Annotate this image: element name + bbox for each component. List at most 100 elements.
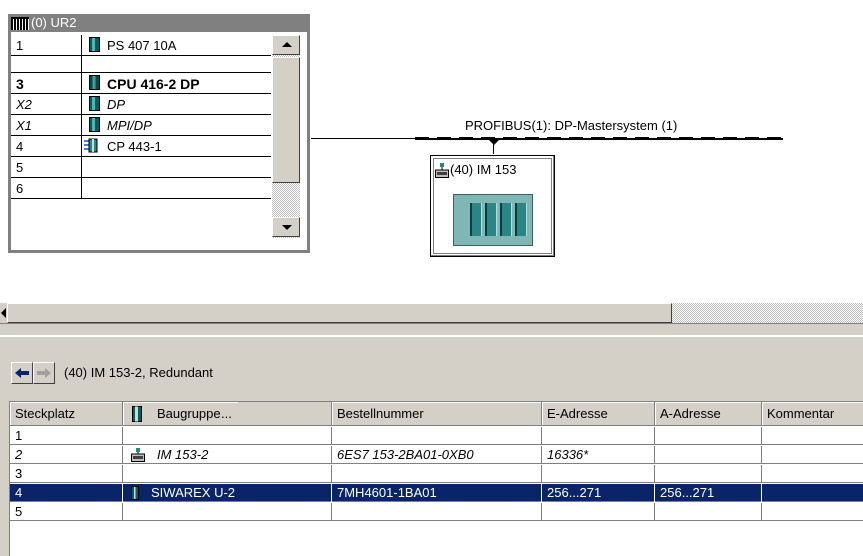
module-icon — [89, 96, 100, 111]
column-header-label: A-Adresse — [660, 406, 721, 421]
detail-title: (40) IM 153-2, Redundant — [64, 365, 213, 380]
rack-vertical-scrollbar[interactable] — [272, 35, 300, 238]
comment-cell — [762, 427, 863, 445]
column-header-comment[interactable]: Kommentar — [762, 402, 863, 426]
order-number-cell-text: 6ES7 153-2BA01-0XB0 — [337, 447, 474, 462]
rack-column-divider — [81, 178, 82, 199]
back-button[interactable] — [11, 362, 33, 384]
column-header-label: Kommentar — [767, 406, 835, 421]
rack-slot-row[interactable]: 6 — [11, 178, 271, 199]
output-address-cell: 256...271 — [655, 484, 762, 502]
column-header-label: Bestellnummer — [337, 406, 424, 421]
table-row[interactable]: 5 — [10, 503, 863, 521]
rack-titlebar[interactable]: (0) UR2 — [8, 14, 310, 32]
rack-slot-row[interactable]: X1 MPI/DP — [11, 115, 271, 136]
column-header-input-address[interactable]: E-Adresse — [542, 402, 655, 426]
scroll-left-button[interactable] — [0, 303, 7, 323]
horizontal-scrollbar[interactable] — [0, 302, 863, 323]
profibus-label: PROFIBUS(1): DP-Mastersystem (1) — [465, 118, 678, 133]
rack-to-bus-connector — [311, 138, 415, 139]
column-header-more[interactable]: ... — [221, 402, 332, 426]
order-number-cell-text: 7MH4601-1BA01 — [337, 485, 437, 500]
rack-slot-number: 6 — [16, 181, 24, 196]
slot-cell: 3 — [10, 465, 123, 483]
module-table: Steckplatz Baugruppe... Bestellnummer E-Adr… — [9, 401, 863, 556]
slot-cell-text: 3 — [15, 466, 23, 481]
module-icon — [89, 117, 100, 132]
order-number-cell — [332, 465, 542, 483]
rack-slot-number: 3 — [16, 76, 24, 92]
output-address-cell — [655, 503, 762, 521]
station-label: (40) IM 153 — [450, 162, 517, 177]
output-address-cell — [655, 427, 762, 445]
slot-cell: 5 — [10, 503, 123, 521]
rack-slot-row[interactable]: 3 CPU 416-2 DP — [11, 73, 271, 94]
table-row[interactable]: 1 — [10, 427, 863, 445]
module-cell: SIWAREX U-2 — [123, 484, 332, 502]
arrow-forward-icon — [37, 368, 51, 378]
arrow-left-icon — [1, 308, 6, 318]
dp-slave-icon — [435, 163, 449, 178]
detail-view: (40) IM 153-2, Redundant Steckplatz Baugr… — [0, 336, 863, 556]
rack-module-name: CP 443-1 — [107, 139, 162, 154]
pane-splitter[interactable] — [0, 323, 863, 335]
output-address-cell — [655, 465, 762, 483]
rack-scroll-thumb[interactable] — [272, 57, 300, 183]
column-header-label: Steckplatz — [15, 406, 75, 421]
rack-module-name: CPU 416-2 DP — [107, 76, 200, 92]
column-header-label: ... — [221, 406, 232, 421]
slot-cell-text: 2 — [15, 447, 23, 462]
bus-drop-line — [493, 140, 494, 154]
arrow-up-icon — [282, 42, 292, 47]
rack-slot-number: X2 — [16, 97, 32, 112]
rack-scroll-down-button[interactable] — [272, 217, 300, 237]
dp-slave-station[interactable]: (40) IM 153 — [430, 155, 555, 257]
horizontal-scroll-thumb[interactable] — [7, 303, 672, 323]
station-module-3 — [500, 203, 512, 236]
table-row[interactable]: 4 SIWAREX U-2 7MH4601-1BA01 256...271 256...… — [10, 484, 863, 502]
slot-cell-text: 1 — [15, 428, 23, 443]
rack-slot-row[interactable]: X2 DP — [11, 94, 271, 115]
table-row[interactable]: 2 IM 153-2 6ES7 153-2BA01-0XB0 16336* — [10, 446, 863, 464]
dp-slave-icon — [131, 448, 145, 462]
column-header-label: E-Adresse — [547, 406, 608, 421]
comment-cell — [762, 446, 863, 464]
rack-slot-row[interactable] — [11, 56, 271, 73]
rack-slot-row[interactable]: 4 CP 443-1 — [11, 136, 271, 157]
rack-slot-number: 4 — [16, 139, 24, 154]
column-header-order-number[interactable]: Bestellnummer — [332, 402, 542, 426]
arrow-back-icon — [15, 368, 29, 378]
rack-scroll-up-button[interactable] — [272, 35, 300, 55]
cpu-icon — [89, 75, 100, 90]
rack-title: (0) UR2 — [31, 15, 77, 30]
module-icon — [89, 37, 100, 52]
input-address-cell — [542, 465, 655, 483]
input-address-cell — [542, 503, 655, 521]
rack-module-name: PS 407 10A — [107, 38, 177, 53]
station-module-4 — [515, 203, 527, 236]
rack-column-divider — [81, 157, 82, 178]
table-row[interactable]: 3 — [10, 465, 863, 483]
slot-cell: 2 — [10, 446, 123, 464]
column-header-output-address[interactable]: A-Adresse — [655, 402, 762, 426]
profibus-line-dashes — [415, 137, 783, 138]
rack-slot-row[interactable]: 1 PS 407 10A — [11, 35, 271, 56]
module-cell-text: IM 153-2 — [157, 447, 209, 462]
bus-connection-arrow-icon — [488, 139, 500, 145]
order-number-cell — [332, 503, 542, 521]
arrow-down-icon — [282, 225, 292, 230]
order-number-cell: 6ES7 153-2BA01-0XB0 — [332, 446, 542, 464]
rack-column-divider — [81, 115, 82, 136]
order-number-cell: 7MH4601-1BA01 — [332, 484, 542, 502]
module-cell — [123, 465, 332, 483]
slot-cell-text: 4 — [15, 485, 23, 500]
column-header-slot[interactable]: Steckplatz — [10, 402, 123, 426]
rack-module-name: DP — [107, 97, 126, 112]
forward-button[interactable] — [33, 362, 55, 384]
station-rack-image — [453, 194, 533, 246]
module-icon — [132, 406, 142, 422]
rack-slot-number: 1 — [16, 38, 24, 53]
station-module-2 — [485, 203, 497, 236]
rack-column-divider — [81, 136, 82, 157]
rack-slot-row[interactable]: 5 — [11, 157, 271, 178]
